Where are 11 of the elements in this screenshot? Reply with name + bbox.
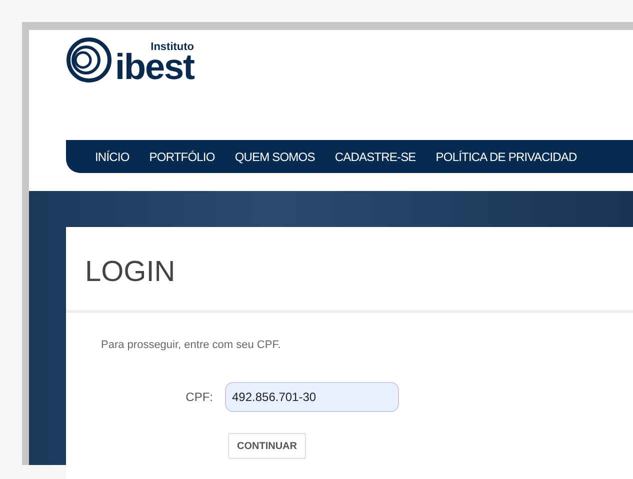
nav-link[interactable]: CADASTRE-SE [334, 150, 416, 164]
nav-link[interactable]: INÍCIO [95, 150, 130, 164]
nav-link[interactable]: QUEM SOMOS [234, 150, 315, 164]
continue-button[interactable]: CONTINUAR [228, 433, 306, 459]
nav-link[interactable]: POLÍTICA DE PRIVACIDAD [436, 150, 577, 164]
nav-link[interactable]: PORTFÓLIO [149, 150, 215, 164]
cpf-label: CPF: [184, 390, 214, 404]
page-title: LOGIN [66, 227, 633, 313]
logo-rings-icon [66, 37, 112, 83]
instructions-text: Para prosseguir, entre com seu CPF. [101, 339, 282, 351]
cpf-input-field[interactable]: 492.856.701-30 [225, 382, 399, 412]
